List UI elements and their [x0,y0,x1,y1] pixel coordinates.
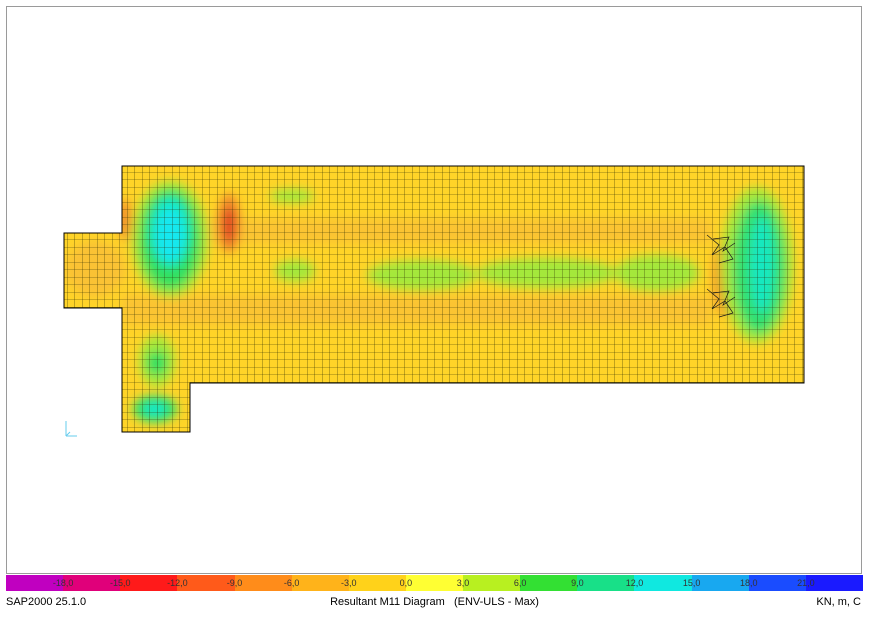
legend-tick-label: 18,0 [739,578,758,588]
legend-tick-label: 3,0 [456,578,470,588]
legend-tick-label: -9,0 [226,578,243,588]
legend-tick-label: -6,0 [283,578,300,588]
legend-tick-label: 12,0 [625,578,644,588]
legend-tick-label: -12,0 [167,578,188,588]
diagram-title: Resultant M11 Diagram (ENV-ULS - Max) [330,596,539,608]
slab-shell [64,166,804,432]
app-version-label: SAP2000 25.1.0 [6,596,87,608]
legend-tick-label: -15,0 [110,578,131,588]
legend-tick-label: 21,0 [797,578,815,588]
axes-triad-icon [65,421,77,437]
status-bar: Resultant M11 Diagram (ENV-ULS - Max) SA… [0,593,869,615]
units-label[interactable]: KN, m, C [816,596,861,608]
legend-tick-label: -3,0 [341,578,357,588]
legend-tick-label: 6,0 [513,578,527,588]
legend-tick-label: -18,0 [52,578,74,588]
legend-tick-label: 9,0 [571,578,584,588]
contour-color-legend: -18,0 -15,0 -12,0 -9,0 -6,0 -3,0 0,0 3,0 6,0 9,0 1… [6,575,864,591]
legend-tick-label: 0,0 [399,578,413,588]
legend-tick-label: 15,0 [682,578,701,588]
m11-contour-plot [63,165,805,433]
model-viewport[interactable] [6,6,862,574]
